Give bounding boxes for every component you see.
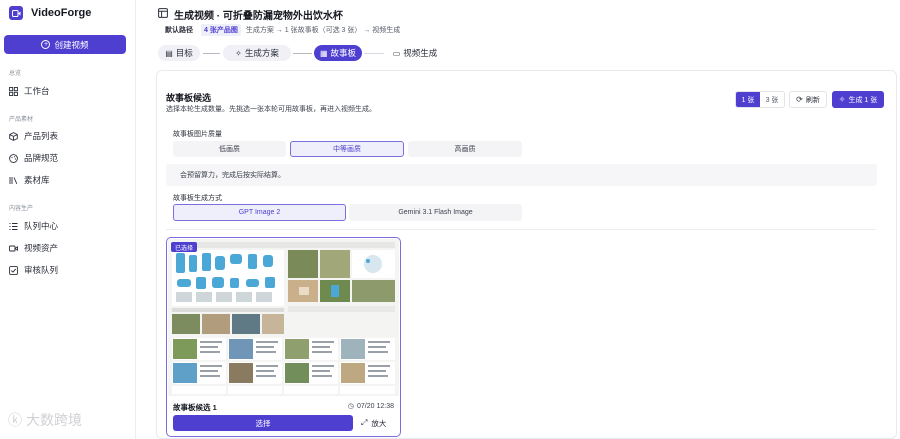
image-count-badge: 4 张产品图 bbox=[201, 24, 241, 36]
quality-option-medium[interactable]: 中等画质 bbox=[290, 141, 404, 157]
section-label-production: 内容生产 bbox=[9, 206, 34, 212]
candidate-time-text: 07/20 12:38 bbox=[357, 402, 394, 410]
storyboard-icon: ▦ bbox=[319, 48, 328, 58]
storyboard-title: 故事板候选 bbox=[166, 93, 212, 103]
count-option-3[interactable]: 3 张 bbox=[760, 92, 784, 107]
choose-button[interactable]: 选择 bbox=[173, 415, 353, 431]
brand-name: VideoForge bbox=[31, 7, 92, 19]
step-label: 生成方案 bbox=[244, 48, 279, 58]
candidate-timestamp: ◷ 07/20 12:38 bbox=[347, 402, 394, 411]
list-icon bbox=[9, 222, 18, 231]
video-icon: ▭ bbox=[392, 48, 401, 58]
sidebar-item-label: 工作台 bbox=[24, 86, 50, 96]
layout-icon bbox=[158, 8, 168, 20]
box-icon bbox=[9, 131, 18, 141]
zoom-label: 放大 bbox=[371, 418, 387, 428]
sparkle-icon: ✧ bbox=[235, 48, 242, 58]
clock-icon: ◷ bbox=[347, 403, 355, 410]
step-video[interactable]: ▭ 视频生成 bbox=[386, 45, 444, 61]
storyboard-preview-image[interactable]: 已选择 bbox=[168, 239, 399, 396]
video-icon bbox=[9, 244, 18, 253]
checkbox-icon bbox=[9, 265, 18, 275]
video-camera-icon bbox=[9, 6, 23, 20]
sidebar-item-brand[interactable]: 品牌规范 bbox=[9, 151, 58, 165]
storyboard-candidate[interactable]: 已选择 故事板候选 1 ◷ 07/20 12:38 选择 ⤢ 放大 bbox=[166, 237, 401, 437]
library-icon bbox=[9, 176, 18, 185]
section-label-product: 产品素材 bbox=[9, 117, 34, 123]
create-video-button[interactable]: + 创建视频 bbox=[4, 35, 126, 54]
sidebar-item-label: 产品列表 bbox=[24, 131, 59, 141]
sidebar-item-label: 品牌规范 bbox=[24, 153, 59, 163]
create-video-label: 创建视频 bbox=[54, 39, 89, 50]
refresh-label: 刷新 bbox=[805, 96, 820, 104]
quality-label: 故事板图片质量 bbox=[173, 131, 222, 138]
zoom-button[interactable]: ⤢ 放大 bbox=[361, 415, 386, 431]
sidebar-item-label: 审核队列 bbox=[24, 265, 59, 275]
quality-option-low[interactable]: 低画质 bbox=[173, 141, 286, 157]
document-icon: ▤ bbox=[165, 48, 173, 58]
path-flow: 生成方案 → 1 张故事板（可选 3 张） → 视频生成 bbox=[245, 27, 401, 34]
step-goal[interactable]: ▤ 目标 bbox=[158, 45, 200, 61]
sidebar-item-workbench[interactable]: 工作台 bbox=[9, 84, 50, 98]
method-option-gpt[interactable]: GPT Image 2 bbox=[173, 204, 346, 221]
refresh-button[interactable]: ⟳ 刷新 bbox=[789, 91, 827, 108]
quality-option-high[interactable]: 高画质 bbox=[408, 141, 522, 157]
sidebar-item-queue[interactable]: 队列中心 bbox=[9, 219, 58, 233]
step-label: 视频生成 bbox=[403, 48, 438, 58]
palette-icon bbox=[9, 153, 18, 163]
path-summary: 默认路径 4 张产品图 生成方案 → 1 张故事板（可选 3 张） → 视频生成 bbox=[165, 24, 400, 36]
watermark-text: 大数跨境 bbox=[26, 412, 82, 428]
sidebar-item-label: 视频资产 bbox=[24, 243, 59, 253]
divider bbox=[166, 229, 876, 230]
selected-badge: 已选择 bbox=[171, 242, 198, 252]
method-label: 故事板生成方式 bbox=[173, 195, 222, 202]
sidebar-item-review-queue[interactable]: 审核队列 bbox=[9, 263, 58, 277]
sidebar: VideoForge + 创建视频 总览 工作台 产品素材 产品列表 品牌规范 … bbox=[0, 0, 136, 439]
step-connector bbox=[293, 53, 312, 54]
generate-button[interactable]: ✧ 生成 1 张 bbox=[832, 91, 884, 108]
step-connector bbox=[364, 53, 384, 54]
path-label: 默认路径 bbox=[165, 27, 193, 34]
plus-icon: + bbox=[41, 40, 51, 49]
sparkle-icon: ✧ bbox=[838, 95, 846, 104]
method-option-gemini[interactable]: Gemini 3.1 Flash Image bbox=[349, 204, 522, 221]
sidebar-item-video-assets[interactable]: 视频资产 bbox=[9, 241, 58, 255]
quality-note: 会预留算力，完成后按实际结算。 bbox=[166, 164, 877, 186]
sidebar-item-library[interactable]: 素材库 bbox=[9, 173, 50, 187]
sidebar-item-label: 素材库 bbox=[24, 175, 50, 185]
candidate-name: 故事板候选 1 bbox=[173, 403, 217, 412]
section-label-overview: 总览 bbox=[9, 71, 22, 77]
step-storyboard[interactable]: ▦ 故事板 bbox=[314, 45, 362, 61]
step-label: 目标 bbox=[175, 48, 193, 58]
generate-label: 生成 1 张 bbox=[848, 96, 878, 104]
watermark: ⓚ 大数跨境 bbox=[8, 410, 82, 430]
brand[interactable]: VideoForge bbox=[9, 4, 91, 22]
sidebar-item-products[interactable]: 产品列表 bbox=[9, 129, 58, 143]
refresh-icon: ⟳ bbox=[796, 95, 803, 104]
step-connector bbox=[203, 53, 220, 54]
step-plan[interactable]: ✧ 生成方案 bbox=[223, 45, 291, 61]
page-title: 生成视频 · 可折叠防漏宠物外出饮水杯 bbox=[174, 10, 343, 22]
sidebar-item-label: 队列中心 bbox=[24, 221, 59, 231]
count-toggle: 1 张 3 张 bbox=[735, 91, 785, 108]
count-option-1[interactable]: 1 张 bbox=[736, 92, 760, 107]
expand-icon: ⤢ bbox=[361, 418, 368, 427]
step-label: 故事板 bbox=[330, 48, 357, 58]
watermark-logo-icon: ⓚ bbox=[8, 412, 22, 428]
page-header: 生成视频 · 可折叠防漏宠物外出饮水杯 bbox=[158, 8, 343, 22]
home-icon bbox=[9, 86, 18, 96]
storyboard-subtitle: 选择本轮生成数量。先挑选一张本轮可用故事板，再进入视频生成。 bbox=[166, 106, 376, 113]
